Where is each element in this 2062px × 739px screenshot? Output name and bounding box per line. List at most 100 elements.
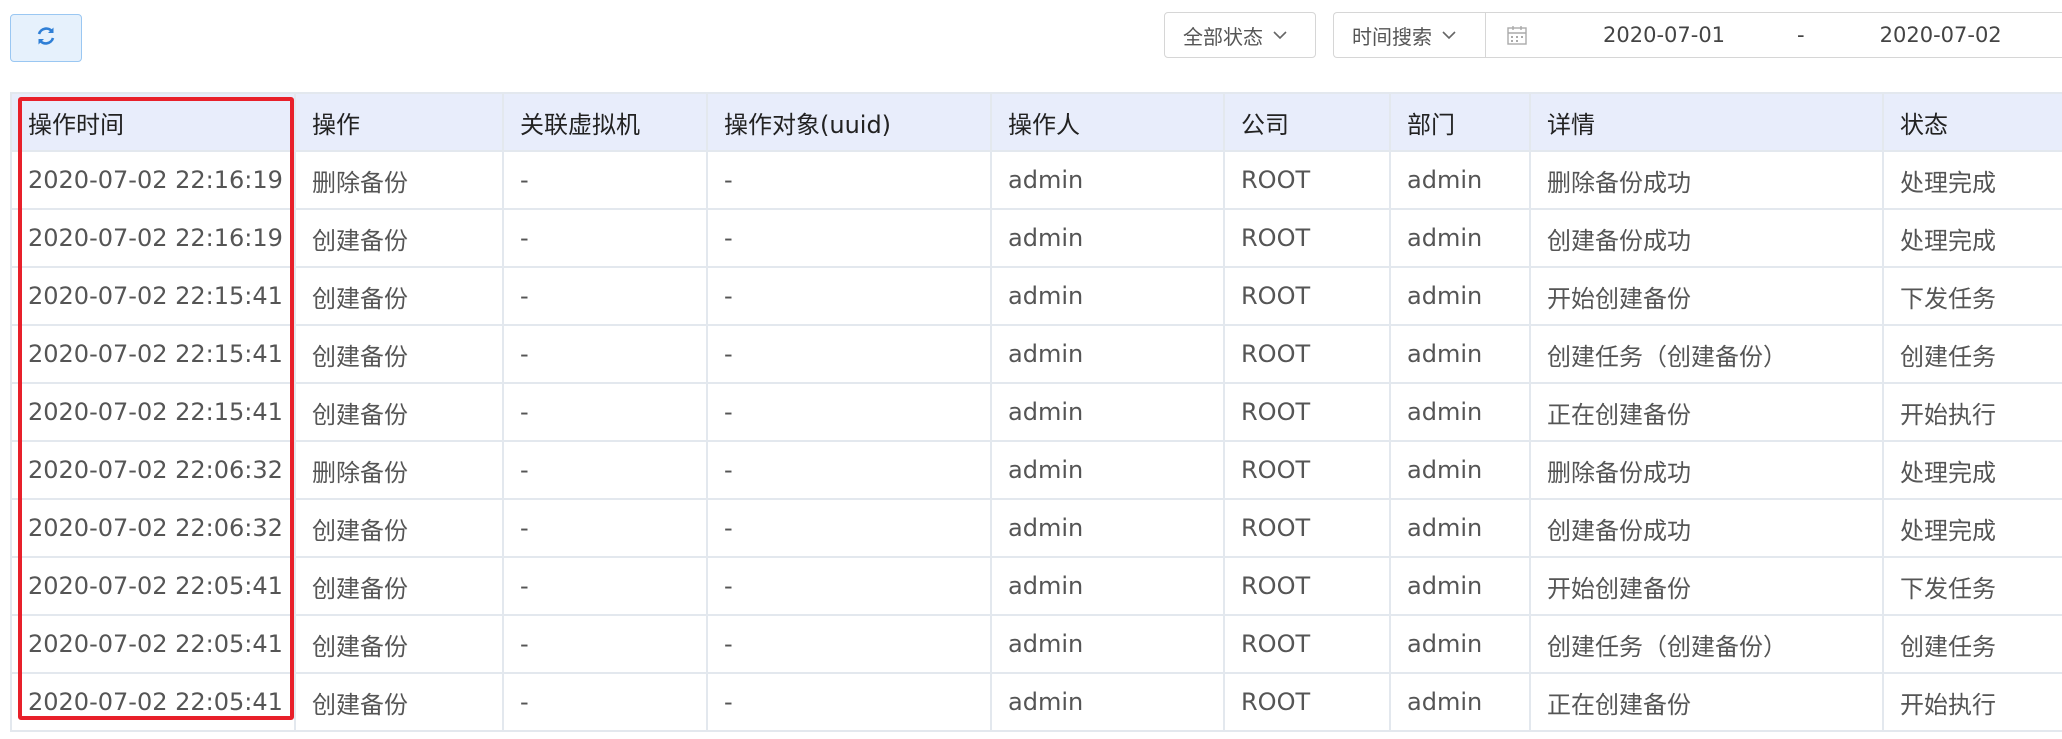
related-vm-cell: - (502, 266, 708, 326)
column-header-department[interactable]: 部门 (1389, 92, 1531, 152)
status-cell: 开始执行 (1882, 672, 2062, 732)
column-header-operator[interactable]: 操作人 (990, 92, 1225, 152)
status-cell: 下发任务 (1882, 266, 2062, 326)
operation-time-cell: 2020-07-02 22:05:41 (10, 672, 296, 732)
department-cell: admin (1389, 266, 1531, 326)
calendar-icon (1506, 24, 1528, 46)
column-header-status[interactable]: 状态 (1882, 92, 2062, 152)
operator-cell: admin (990, 150, 1225, 210)
table-row[interactable]: 2020-07-02 22:16:19 删除备份 - - admin ROOT admin 删… (10, 150, 2062, 210)
details-cell: 创建备份成功 (1529, 208, 1884, 268)
operator-cell: admin (990, 208, 1225, 268)
company-cell: ROOT (1223, 208, 1391, 268)
operation-cell: 创建备份 (294, 672, 504, 732)
details-cell: 开始创建备份 (1529, 556, 1884, 616)
operation-cell: 创建备份 (294, 324, 504, 384)
operator-cell: admin (990, 614, 1225, 674)
related-vm-cell: - (502, 614, 708, 674)
table-row[interactable]: 2020-07-02 22:05:41 创建备份 - - admin ROOT admin 创… (10, 614, 2062, 674)
operation-cell: 创建备份 (294, 614, 504, 674)
related-vm-cell: - (502, 382, 708, 442)
operator-cell: admin (990, 324, 1225, 384)
company-cell: ROOT (1223, 556, 1391, 616)
company-cell: ROOT (1223, 382, 1391, 442)
target-uuid-cell: - (706, 672, 992, 732)
department-cell: admin (1389, 382, 1531, 442)
table-row[interactable]: 2020-07-02 22:16:19 创建备份 - - admin ROOT admin 创… (10, 208, 2062, 268)
company-cell: ROOT (1223, 150, 1391, 210)
operation-time-cell: 2020-07-02 22:15:41 (10, 382, 296, 442)
operation-time-cell: 2020-07-02 22:16:19 (10, 150, 296, 210)
target-uuid-cell: - (706, 208, 992, 268)
operation-cell: 创建备份 (294, 556, 504, 616)
operator-cell: admin (990, 440, 1225, 500)
status-cell: 处理完成 (1882, 150, 2062, 210)
related-vm-cell: - (502, 440, 708, 500)
table-header-row: 操作时间 操作 关联虚拟机 操作对象(uuid) 操作人 公司 部门 详情 状态 (10, 92, 2062, 152)
department-cell: admin (1389, 324, 1531, 384)
time-search-type-select[interactable]: 时间搜索 (1334, 13, 1486, 57)
table-row[interactable]: 2020-07-02 22:05:41 创建备份 - - admin ROOT admin 开… (10, 556, 2062, 616)
chevron-down-icon (1273, 30, 1287, 40)
column-header-operation[interactable]: 操作 (294, 92, 504, 152)
chevron-down-icon (1442, 30, 1456, 40)
time-search-type-label: 时间搜索 (1352, 24, 1432, 49)
details-cell: 删除备份成功 (1529, 440, 1884, 500)
column-header-target-uuid[interactable]: 操作对象(uuid) (706, 92, 992, 152)
operation-time-cell: 2020-07-02 22:05:41 (10, 614, 296, 674)
date-range-separator: - (1797, 23, 1805, 47)
time-search-filter: 时间搜索 2020-07-01 - 2020-07-02 (1333, 12, 2062, 58)
target-uuid-cell: - (706, 614, 992, 674)
target-uuid-cell: - (706, 382, 992, 442)
status-cell: 创建任务 (1882, 614, 2062, 674)
table-row[interactable]: 2020-07-02 22:06:32 删除备份 - - admin ROOT admin 删… (10, 440, 2062, 500)
details-cell: 正在创建备份 (1529, 672, 1884, 732)
operation-cell: 删除备份 (294, 440, 504, 500)
target-uuid-cell: - (706, 324, 992, 384)
operation-time-cell: 2020-07-02 22:15:41 (10, 266, 296, 326)
target-uuid-cell: - (706, 266, 992, 326)
status-cell: 下发任务 (1882, 556, 2062, 616)
table-row[interactable]: 2020-07-02 22:15:41 创建备份 - - admin ROOT admin 正… (10, 382, 2062, 442)
target-uuid-cell: - (706, 556, 992, 616)
operation-time-cell: 2020-07-02 22:06:32 (10, 440, 296, 500)
operator-cell: admin (990, 382, 1225, 442)
end-date-input[interactable]: 2020-07-02 (1880, 23, 2002, 47)
status-filter-select[interactable]: 全部状态 (1164, 12, 1316, 58)
column-header-related-vm[interactable]: 关联虚拟机 (502, 92, 708, 152)
table-row[interactable]: 2020-07-02 22:15:41 创建备份 - - admin ROOT admin 开… (10, 266, 2062, 326)
start-date-input[interactable]: 2020-07-01 (1603, 23, 1725, 47)
column-header-company[interactable]: 公司 (1223, 92, 1391, 152)
related-vm-cell: - (502, 150, 708, 210)
operation-time-cell: 2020-07-02 22:15:41 (10, 324, 296, 384)
table-row[interactable]: 2020-07-02 22:15:41 创建备份 - - admin ROOT admin 创… (10, 324, 2062, 384)
related-vm-cell: - (502, 556, 708, 616)
table-row[interactable]: 2020-07-02 22:06:32 创建备份 - - admin ROOT admin 创… (10, 498, 2062, 558)
related-vm-cell: - (502, 208, 708, 268)
details-cell: 删除备份成功 (1529, 150, 1884, 210)
column-header-operation-time[interactable]: 操作时间 (10, 92, 296, 152)
status-cell: 开始执行 (1882, 382, 2062, 442)
details-cell: 创建任务（创建备份） (1529, 614, 1884, 674)
operation-cell: 创建备份 (294, 382, 504, 442)
department-cell: admin (1389, 440, 1531, 500)
company-cell: ROOT (1223, 440, 1391, 500)
column-header-details[interactable]: 详情 (1529, 92, 1884, 152)
company-cell: ROOT (1223, 324, 1391, 384)
operator-cell: admin (990, 672, 1225, 732)
company-cell: ROOT (1223, 266, 1391, 326)
related-vm-cell: - (502, 498, 708, 558)
table-row[interactable]: 2020-07-02 22:05:41 创建备份 - - admin ROOT admin 正… (10, 672, 2062, 732)
details-cell: 正在创建备份 (1529, 382, 1884, 442)
department-cell: admin (1389, 614, 1531, 674)
operation-cell: 创建备份 (294, 266, 504, 326)
operator-cell: admin (990, 498, 1225, 558)
operator-cell: admin (990, 266, 1225, 326)
operator-cell: admin (990, 556, 1225, 616)
refresh-button[interactable] (10, 14, 82, 62)
details-cell: 开始创建备份 (1529, 266, 1884, 326)
operation-time-cell: 2020-07-02 22:16:19 (10, 208, 296, 268)
operation-cell: 删除备份 (294, 150, 504, 210)
company-cell: ROOT (1223, 614, 1391, 674)
target-uuid-cell: - (706, 150, 992, 210)
